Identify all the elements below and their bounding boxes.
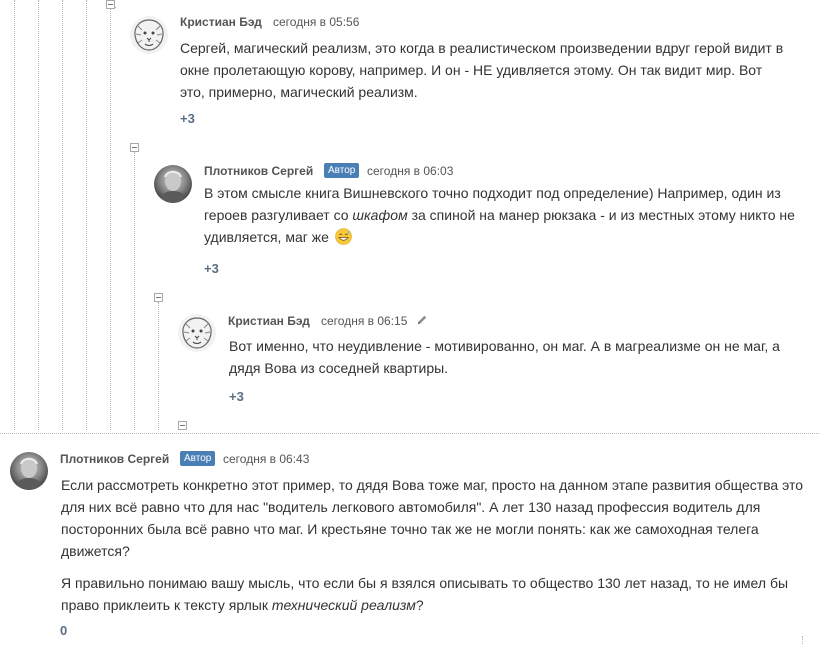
comment-text: Сергей, магический реализм, это когда в … (180, 37, 790, 103)
collapse-thread-toggle[interactable] (178, 421, 187, 430)
thread-line (14, 0, 15, 430)
thread-line (38, 0, 39, 430)
lion-sketch-avatar[interactable] (178, 314, 216, 352)
grinning-sweat-emoji (334, 228, 352, 245)
comment-rating[interactable]: +3 (229, 389, 244, 404)
resize-grip (802, 636, 803, 644)
comment-paragraph: Я правильно понимаю вашу мысль, что если… (61, 572, 809, 616)
comment-rating[interactable]: +3 (180, 111, 195, 126)
comment-time[interactable]: сегодня в 06:03 (367, 164, 453, 178)
collapse-thread-toggle[interactable] (130, 143, 139, 152)
comment-text-emphasis: шкафом (352, 207, 408, 223)
comment-rating[interactable]: +3 (204, 261, 219, 276)
comment-author[interactable]: Кристиан Бэд (228, 314, 310, 328)
comment-text-part: ? (415, 597, 424, 613)
comment-text: Если рассмотреть конкретно этот пример, … (61, 474, 809, 626)
comment-paragraph: Если рассмотреть конкретно этот пример, … (61, 477, 803, 559)
portrait-photo-avatar[interactable] (154, 165, 192, 203)
portrait-photo-avatar[interactable] (10, 452, 48, 490)
comment-time[interactable]: сегодня в 05:56 (273, 15, 359, 29)
comment-rating[interactable]: 0 (60, 623, 67, 638)
thread-line (0, 433, 819, 434)
comment-text-part: Я правильно понимаю вашу мысль, что если… (61, 575, 789, 613)
collapse-thread-toggle[interactable] (106, 0, 115, 9)
comment-text: В этом смысле книга Вишневского точно по… (204, 182, 804, 248)
thread-line (110, 0, 111, 430)
thread-line (158, 302, 159, 430)
comment-author[interactable]: Плотников Сергей (60, 452, 169, 466)
comment-text-content: Вот именно, что неудивление - мотивирова… (229, 338, 780, 376)
thread-line (86, 0, 87, 430)
comment-text-emphasis: технический реализм (271, 597, 416, 613)
author-badge: Автор (180, 451, 216, 466)
thread-line (62, 0, 63, 430)
comment-time[interactable]: сегодня в 06:15 (321, 314, 407, 328)
comment-text-content: Сергей, магический реализм, это когда в … (180, 40, 784, 100)
comment-text: Вот именно, что неудивление - мотивирова… (229, 335, 799, 379)
thread-line (134, 152, 135, 430)
comment-time[interactable]: сегодня в 06:43 (223, 452, 309, 466)
collapse-thread-toggle[interactable] (154, 293, 163, 302)
pencil-icon[interactable] (416, 313, 428, 331)
author-badge: Автор (324, 163, 360, 178)
comment-author[interactable]: Плотников Сергей (204, 164, 313, 178)
comment-author[interactable]: Кристиан Бэд (180, 15, 262, 29)
lion-sketch-avatar[interactable] (130, 16, 168, 54)
